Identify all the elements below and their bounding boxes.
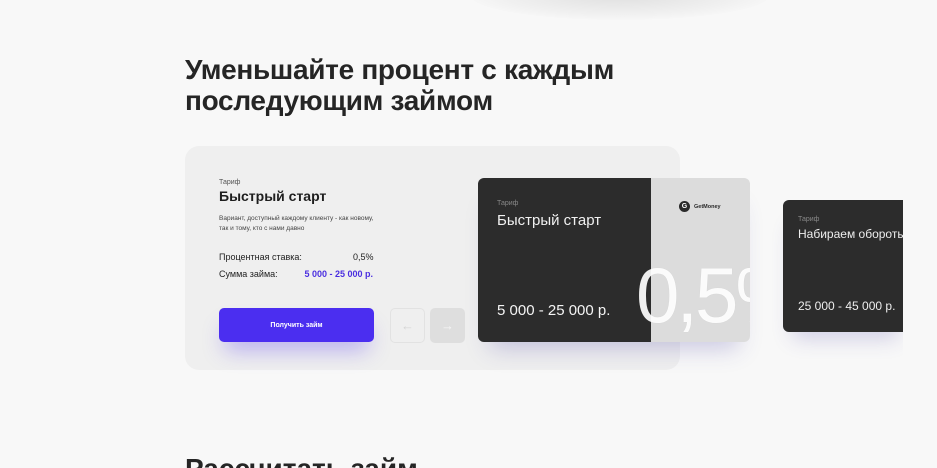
card-name: Набираем обороты	[798, 227, 906, 241]
section-title-line1: Уменьшайте процент с каждым	[185, 54, 615, 85]
card-amount: 5 000 - 25 000 р.	[497, 302, 611, 319]
next-section-title: Рассчитать займ	[185, 453, 418, 468]
carousel-next-button[interactable]: →	[430, 308, 465, 343]
brand-name: GetMoney	[694, 203, 721, 210]
brand-logo: G GetMoney	[679, 201, 721, 212]
arrow-right-icon: →	[441, 318, 454, 333]
card-caption: Тариф	[798, 216, 820, 223]
card-name: Быстрый старт	[497, 212, 602, 229]
tariff-name: Быстрый старт	[219, 188, 327, 204]
card-caption: Тариф	[497, 200, 519, 207]
carousel-prev-button[interactable]: ←	[390, 308, 425, 343]
card-dark-side: Тариф Быстрый старт 5 000 - 25 000 р.	[478, 178, 651, 342]
get-loan-button[interactable]: Получить займ	[219, 308, 374, 342]
carousel-clip	[903, 150, 937, 400]
tariff-caption: Тариф	[219, 179, 241, 186]
tariff-description: Вариант, доступный каждому клиенту - как…	[219, 215, 374, 232]
card-amount: 25 000 - 45 000 р.	[798, 299, 896, 313]
rate-label: Процентная ставка:	[219, 252, 302, 262]
tariff-card-fast-start[interactable]: Тариф Быстрый старт 5 000 - 25 000 р. G …	[478, 178, 750, 342]
arrow-left-icon: ←	[401, 318, 414, 333]
sum-label: Сумма займа:	[219, 269, 278, 279]
section-title: Уменьшайте процент с каждым последующим …	[185, 54, 665, 116]
getmoney-logo-icon: G	[679, 201, 690, 212]
rate-value: 0,5%	[353, 252, 374, 262]
sum-value: 5 000 - 25 000 р.	[304, 269, 373, 279]
section-title-line2: последующим займом	[185, 85, 493, 116]
tariff-card-gaining-momentum[interactable]: Тариф Набираем обороты 25 000 - 45 000 р…	[783, 200, 908, 332]
card-rate: 0,5%	[636, 251, 750, 339]
decorative-shadow	[470, 0, 770, 20]
